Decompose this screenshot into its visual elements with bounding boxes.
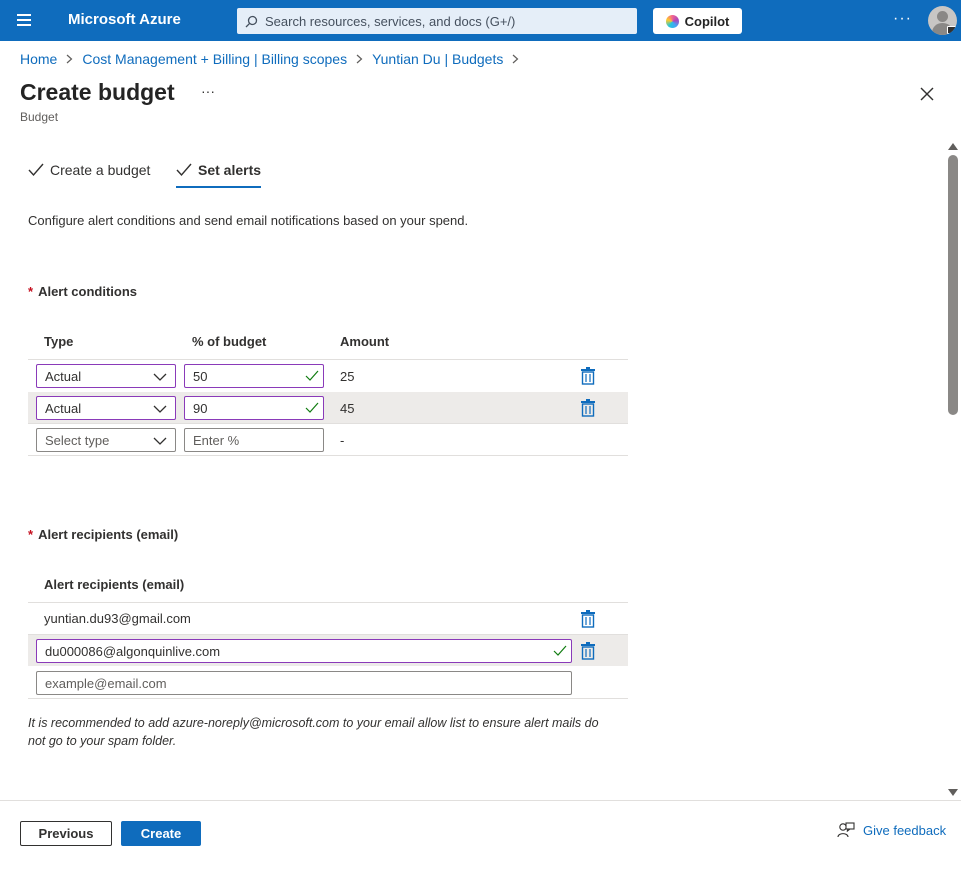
search-input[interactable]: Search resources, services, and docs (G+… bbox=[237, 8, 637, 34]
checkmark-icon bbox=[28, 163, 44, 177]
copilot-icon bbox=[665, 14, 679, 28]
percent-value: 90 bbox=[193, 400, 208, 416]
scrollbar-thumb[interactable] bbox=[948, 155, 958, 415]
percent-input[interactable]: 90 bbox=[184, 396, 324, 420]
scroll-up-icon[interactable] bbox=[947, 139, 959, 154]
feedback-label: Give feedback bbox=[863, 823, 947, 838]
percent-value: 50 bbox=[193, 368, 208, 384]
search-placeholder: Search resources, services, and docs (G+… bbox=[265, 13, 516, 29]
chevron-right-icon bbox=[512, 52, 519, 67]
required-marker: * bbox=[28, 527, 34, 542]
recipient-email[interactable]: yuntian.du93@gmail.com bbox=[44, 611, 191, 626]
scroll-down-icon[interactable] bbox=[947, 785, 959, 800]
column-header-type: Type bbox=[44, 334, 74, 349]
recipient-email-value: du000086@algonquinlive.com bbox=[45, 643, 221, 659]
allow-list-note: It is recommended to add azure-noreply@m… bbox=[28, 716, 599, 748]
chevron-down-icon bbox=[153, 373, 167, 381]
alert-type-select-new[interactable]: Select type bbox=[36, 428, 176, 452]
alert-type-value: Actual bbox=[45, 368, 82, 384]
column-header-percent: % of budget bbox=[192, 334, 267, 349]
more-options-icon[interactable]: ··· bbox=[201, 83, 215, 99]
copilot-label: Copilot bbox=[684, 13, 730, 29]
avatar-head-icon bbox=[937, 11, 948, 22]
required-marker: * bbox=[28, 284, 34, 299]
tab-set-alerts[interactable]: Set alerts bbox=[176, 162, 262, 188]
breadcrumb-billing-scopes[interactable]: Cost Management + Billing | Billing scop… bbox=[82, 51, 347, 67]
give-feedback-link[interactable]: Give feedback bbox=[837, 822, 946, 839]
breadcrumb-budgets[interactable]: Yuntian Du | Budgets bbox=[372, 51, 503, 67]
amount-value: 45 bbox=[340, 401, 355, 416]
percent-input[interactable]: 50 bbox=[184, 364, 324, 388]
valid-check-icon bbox=[553, 645, 567, 656]
alert-conditions-title: * Alert conditions bbox=[28, 284, 137, 299]
divider bbox=[28, 455, 628, 456]
page-title: Create budget bbox=[20, 79, 175, 105]
recipient-email-input-new[interactable]: example@email.com bbox=[36, 671, 572, 695]
divider bbox=[28, 698, 628, 699]
checkmark-icon bbox=[176, 163, 192, 177]
brand-title[interactable]: Microsoft Azure bbox=[68, 11, 181, 28]
feedback-icon bbox=[837, 822, 855, 838]
section-title-text: Alert conditions bbox=[38, 284, 138, 299]
alert-recipients-title: * Alert recipients (email) bbox=[28, 527, 178, 542]
percent-placeholder: Enter % bbox=[193, 432, 240, 448]
delete-icon[interactable] bbox=[580, 610, 596, 628]
alert-type-select[interactable]: Actual bbox=[36, 396, 176, 420]
previous-button[interactable]: Previous bbox=[20, 821, 112, 846]
delete-icon[interactable] bbox=[580, 399, 596, 417]
footer-divider bbox=[0, 800, 961, 801]
chevron-down-icon bbox=[153, 405, 167, 413]
avatar[interactable] bbox=[928, 6, 957, 35]
more-options-icon[interactable]: ··· bbox=[893, 10, 912, 28]
chevron-down-icon bbox=[153, 437, 167, 445]
tab-label: Create a budget bbox=[50, 162, 151, 178]
alert-type-select[interactable]: Actual bbox=[36, 364, 176, 388]
percent-input-new[interactable]: Enter % bbox=[184, 428, 324, 452]
column-header-amount: Amount bbox=[340, 334, 390, 349]
menu-icon[interactable] bbox=[10, 8, 38, 32]
page-description: Configure alert conditions and send emai… bbox=[28, 213, 469, 228]
page-subtitle: Budget bbox=[20, 110, 59, 124]
chevron-right-icon bbox=[66, 52, 73, 67]
copilot-button[interactable]: Copilot bbox=[653, 8, 742, 34]
amount-value: 25 bbox=[340, 369, 355, 384]
divider bbox=[28, 423, 628, 424]
breadcrumb-home[interactable]: Home bbox=[20, 51, 57, 67]
close-icon[interactable] bbox=[917, 84, 937, 104]
divider bbox=[28, 602, 628, 603]
top-bar: Microsoft Azure Search resources, servic… bbox=[0, 0, 961, 41]
divider bbox=[28, 359, 628, 360]
search-icon bbox=[237, 15, 265, 28]
breadcrumb: Home Cost Management + Billing | Billing… bbox=[20, 51, 528, 67]
lock-icon bbox=[947, 26, 956, 34]
valid-check-icon bbox=[305, 402, 319, 413]
alert-type-value: Actual bbox=[45, 400, 82, 416]
alert-type-placeholder: Select type bbox=[45, 432, 110, 448]
tab-create-budget[interactable]: Create a budget bbox=[28, 162, 150, 188]
create-button[interactable]: Create bbox=[121, 821, 201, 846]
delete-icon[interactable] bbox=[580, 642, 596, 660]
delete-icon[interactable] bbox=[580, 367, 596, 385]
amount-value: - bbox=[340, 433, 345, 448]
section-title-text: Alert recipients (email) bbox=[38, 527, 179, 542]
column-header-email: Alert recipients (email) bbox=[44, 577, 185, 592]
email-placeholder: example@email.com bbox=[45, 675, 167, 691]
chevron-right-icon bbox=[356, 52, 363, 67]
recipient-email-input[interactable]: du000086@algonquinlive.com bbox=[36, 639, 572, 663]
valid-check-icon bbox=[305, 370, 319, 381]
tab-label: Set alerts bbox=[198, 162, 262, 178]
